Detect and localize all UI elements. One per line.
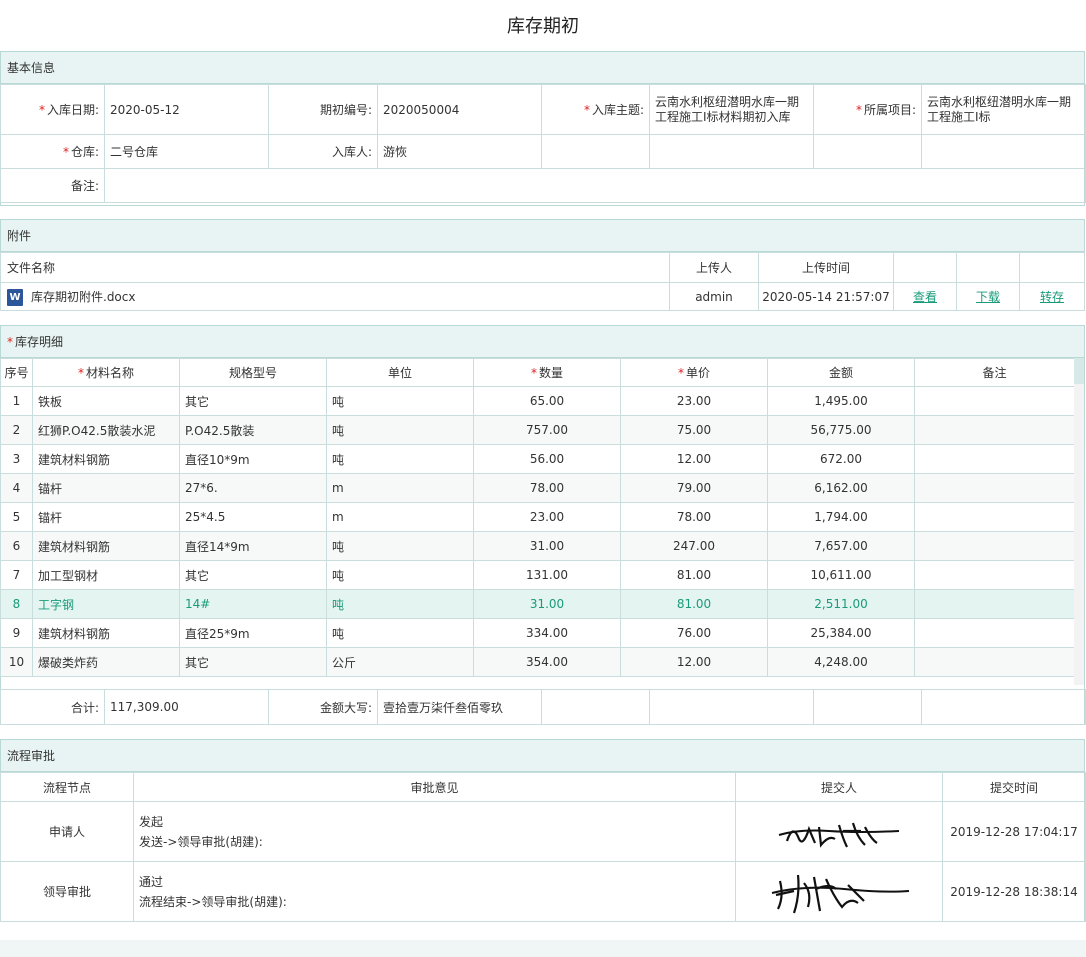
page-title: 库存期初 (507, 16, 579, 37)
basic-info-header: 基本信息 (1, 52, 1084, 84)
table-row[interactable]: 4 锚杆 27*6. m 78.00 79.00 6,162.00 (0, 473, 1075, 503)
approval-node: 申请人 (0, 801, 134, 862)
attachment-time: 2020-05-14 21:57:07 (758, 282, 894, 311)
col-material-name: * 材料名称 (32, 358, 180, 387)
table-row[interactable]: 1 铁板 其它吨 65.00 23.00 1,495.00 (0, 386, 1075, 416)
col-node: 流程节点 (0, 772, 134, 802)
col-remark: 备注 (914, 358, 1075, 387)
col-upload-time: 上传时间 (758, 252, 894, 283)
total-label: 合计: (0, 689, 105, 725)
person-label: 入库人: (268, 134, 378, 169)
warehouse-field[interactable]: 二号仓库 (104, 134, 269, 169)
basic-info-form: * 入库日期: 2020-05-12 期初编号: 2020050004 * 入库主题… (0, 84, 1086, 203)
table-row[interactable]: 9 建筑材料钢筋 直径25*9m 吨 334.00 76.00 25,384.00 (0, 618, 1075, 648)
table-row[interactable]: 2 红狮P.O42.5散装水泥 P.O42.5散装吨 757.00 75.00 56,77… (0, 415, 1075, 445)
scrollbar-thumb[interactable] (1074, 358, 1084, 384)
person-field[interactable]: 游恢 (377, 134, 542, 169)
approval-header: 流程审批 (1, 740, 1084, 772)
attachments-header: 附件 (1, 220, 1084, 252)
date-label: * 入库日期: (0, 84, 105, 135)
download-link[interactable]: 下载 (956, 282, 1020, 311)
subject-field[interactable]: 云南水利枢纽潜明水库一期工程施工I标材料期初入库 (649, 84, 814, 135)
col-submitter: 提交人 (735, 772, 943, 802)
col-amount: 金额 (767, 358, 915, 387)
table-row[interactable]: 3 建筑材料钢筋 直径10*9m 吨 56.00 12.00 672.00 (0, 444, 1075, 474)
date-field[interactable]: 2020-05-12 (104, 84, 269, 135)
opinion-text: 发起 (139, 815, 164, 829)
total-value: 117,309.00 (104, 689, 269, 725)
opinion-detail: 流程结束->领导审批(胡建): (139, 895, 287, 909)
submitter-signature (735, 801, 943, 862)
submitter-signature (735, 861, 943, 922)
col-no: 序号 (0, 358, 33, 387)
amount-upper-value: 壹拾壹万柒仟叁佰零玖 (377, 689, 542, 725)
approval-time: 2019-12-28 18:38:14 (942, 861, 1086, 922)
subject-label: * 入库主题: (541, 84, 650, 135)
detail-summary: 合计: 117,309.00 金额大写: 壹拾壹万柒仟叁佰零玖 (0, 689, 1086, 725)
col-submit-time: 提交时间 (942, 772, 1086, 802)
remark-field[interactable] (104, 168, 1086, 203)
remark-label: 备注: (0, 168, 105, 203)
col-qty: * 数量 (473, 358, 621, 387)
detail-rows: 1 铁板 其它吨 65.00 23.00 1,495.00 2 红狮P.O42.5散装水泥 P… (0, 386, 1075, 677)
approval-section: 流程审批 流程节点 审批意见 提交人 提交时间 申请人 发起 发送->领导审批(… (0, 739, 1086, 922)
col-price: * 单价 (620, 358, 768, 387)
code-label: 期初编号: (268, 84, 378, 135)
warehouse-label: * 仓库: (0, 134, 105, 169)
signature-image (778, 822, 900, 848)
detail-header: * 库存明细 (1, 326, 1084, 358)
detail-section: * 库存明细 序号 * 材料名称 规格型号 单位 * 数量 * 单价 金额 备注 1 铁板… (0, 325, 1086, 725)
col-unit: 单位 (326, 358, 474, 387)
project-field[interactable]: 云南水利枢纽潜明水库一期工程施工I标 (921, 84, 1086, 135)
approval-node: 领导审批 (0, 861, 134, 922)
approval-opinion: 发起 发送->领导审批(胡建): (133, 801, 736, 862)
detail-scrollbar[interactable] (1074, 358, 1084, 685)
approval-opinion: 通过 流程结束->领导审批(胡建): (133, 861, 736, 922)
footer-bar (0, 940, 1086, 957)
opinion-text: 通过 (139, 875, 164, 889)
approval-row: 领导审批 通过 流程结束->领导审批(胡建): 2019-12-28 18:38… (0, 861, 1086, 922)
approval-table: 流程节点 审批意见 提交人 提交时间 申请人 发起 发送->领导审批(胡建): … (0, 772, 1086, 922)
approval-time: 2019-12-28 17:04:17 (942, 801, 1086, 862)
project-label: * 所属项目: (813, 84, 922, 135)
table-row[interactable]: 6 建筑材料钢筋 直径14*9m 吨 31.00 247.00 7,657.00 (0, 531, 1075, 561)
approval-row: 申请人 发起 发送->领导审批(胡建): 2019-12-28 17:04:17 (0, 801, 1086, 862)
attachment-uploader: admin (669, 282, 759, 311)
code-field[interactable]: 2020050004 (377, 84, 542, 135)
col-spec: 规格型号 (179, 358, 327, 387)
amount-upper-label: 金额大写: (268, 689, 378, 725)
col-file-name: 文件名称 (0, 252, 670, 283)
col-uploader: 上传人 (669, 252, 759, 283)
opinion-detail: 发送->领导审批(胡建): (139, 835, 263, 849)
table-row[interactable]: 5 锚杆 25*4.5 m 23.00 78.00 1,794.00 (0, 502, 1075, 532)
col-opinion: 审批意见 (133, 772, 736, 802)
table-row-selected[interactable]: 8 工字钢 14# 吨 31.00 81.00 2,511.00 (0, 589, 1075, 619)
detail-grid: 序号 * 材料名称 规格型号 单位 * 数量 * 单价 金额 备注 1 铁板 其它吨 65.… (0, 358, 1075, 677)
attachment-file-name: 库存期初附件.docx (31, 289, 136, 304)
attachments-section: 附件 文件名称 上传人 上传时间 W 库存期初附件.docx admin 2020… (0, 219, 1085, 311)
attachment-file: W 库存期初附件.docx (0, 282, 670, 311)
basic-info-section: 基本信息 * 入库日期: 2020-05-12 期初编号: 2020050004 … (0, 51, 1086, 206)
table-row[interactable]: 10 爆破类炸药 其它 公斤 354.00 12.00 4,248.00 (0, 647, 1075, 677)
signature-image (771, 874, 910, 913)
table-row[interactable]: 7 加工型钢材 其它吨 131.00 81.00 10,611.00 (0, 560, 1075, 590)
attachments-table: 文件名称 上传人 上传时间 W 库存期初附件.docx admin 2020-05… (0, 252, 1085, 311)
view-link[interactable]: 查看 (893, 282, 957, 311)
attachment-row: W 库存期初附件.docx admin 2020-05-14 21:57:07 查… (0, 282, 1085, 311)
forward-link[interactable]: 转存 (1019, 282, 1085, 311)
word-doc-icon: W (7, 288, 23, 306)
